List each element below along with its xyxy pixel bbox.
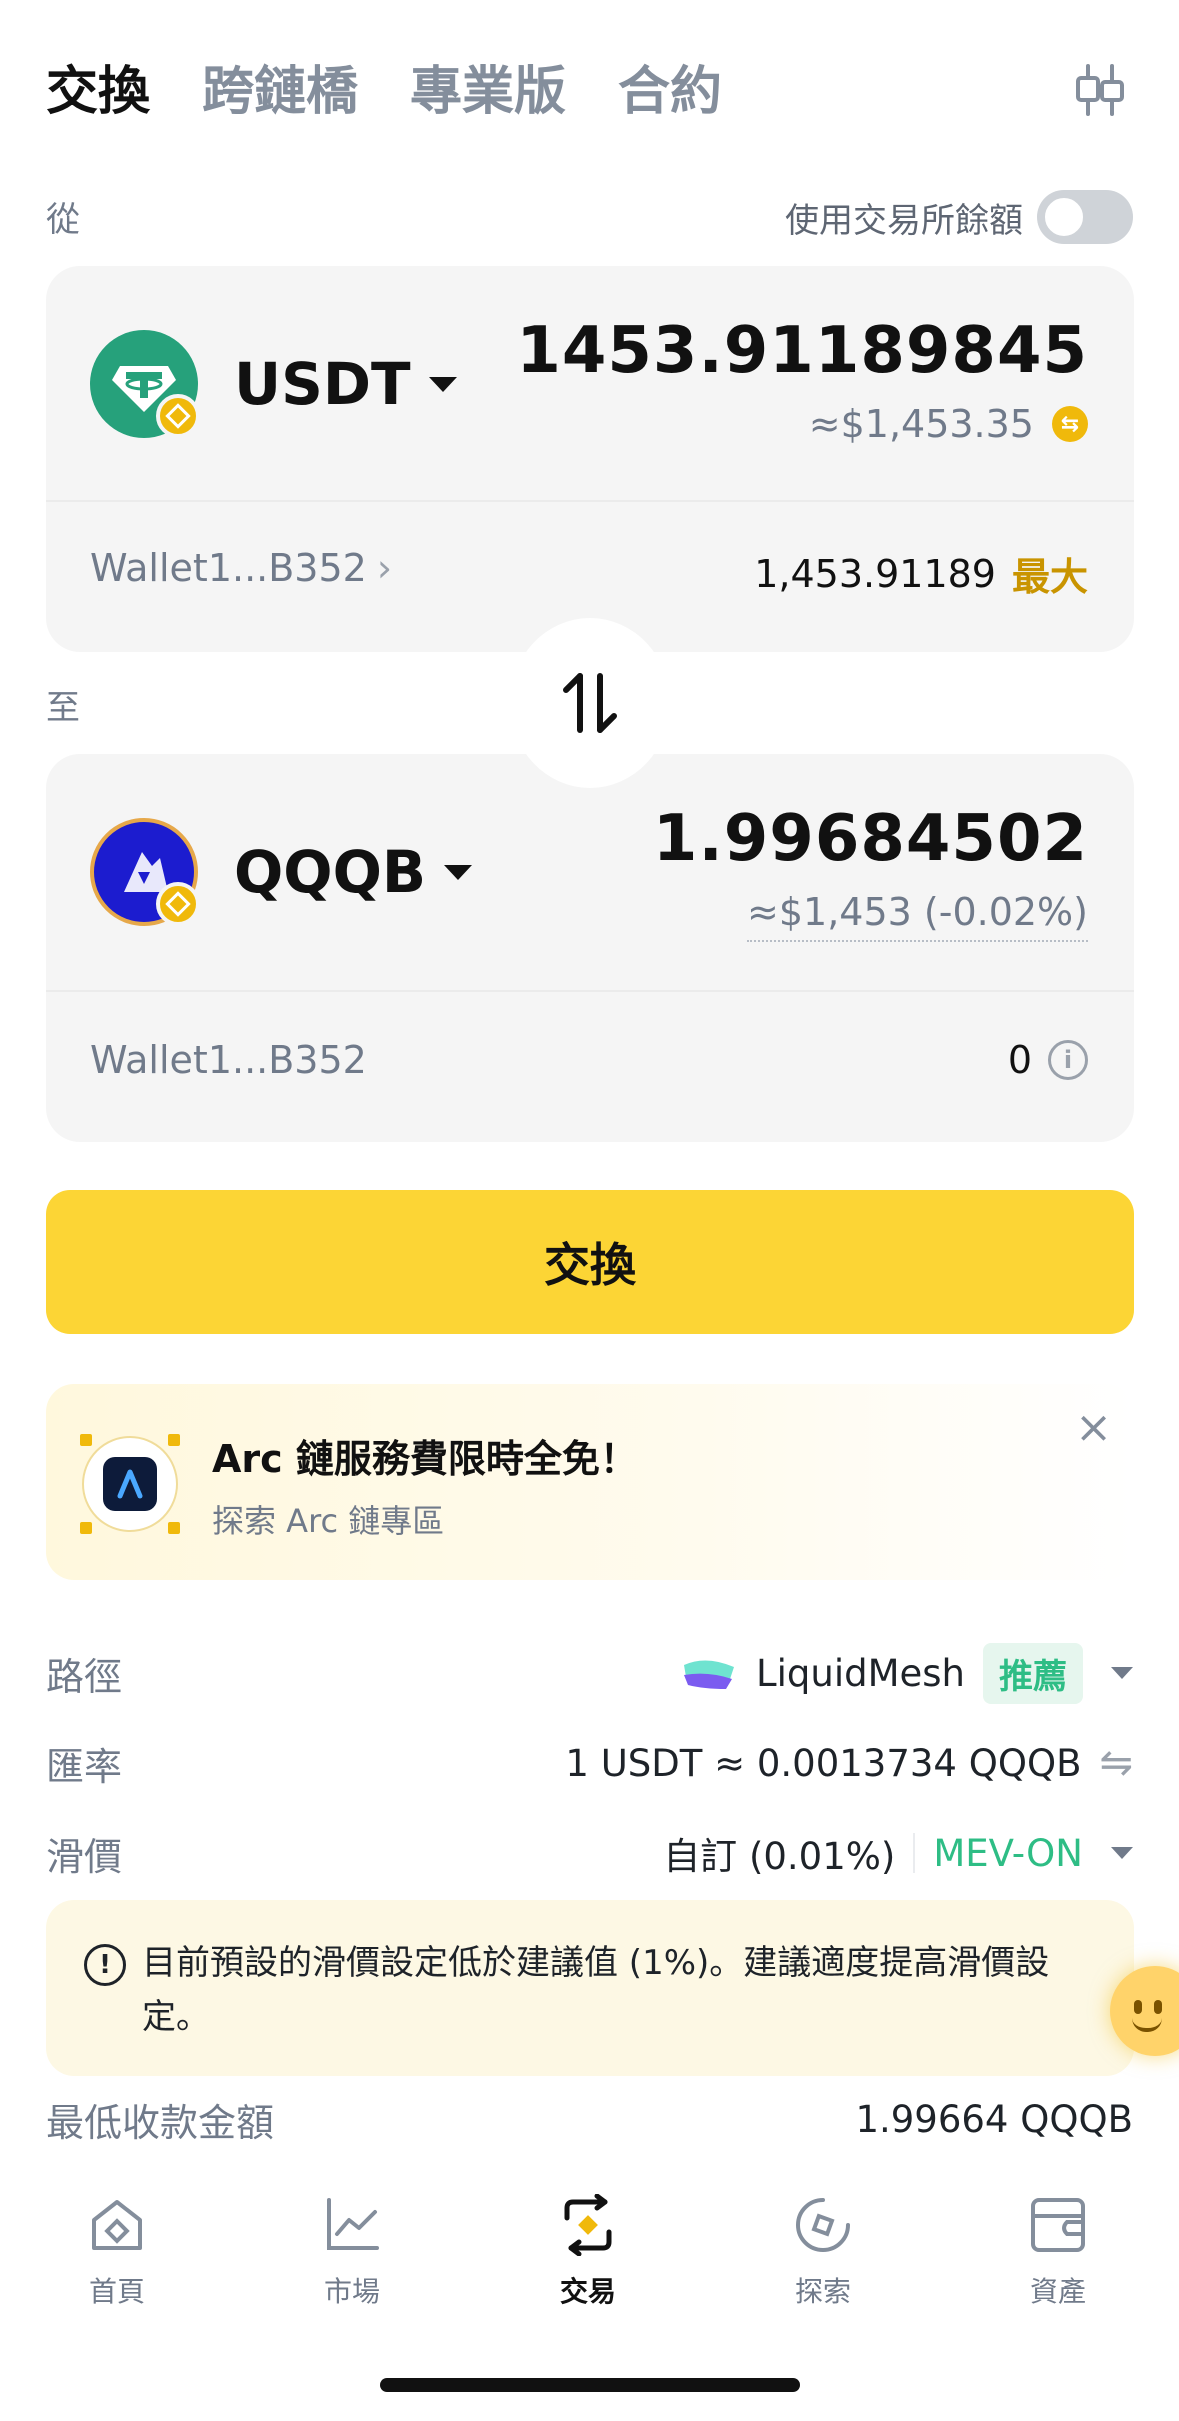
invert-rate-icon[interactable]: ⇋ [1099,1740,1133,1786]
nav-trade-label: 交易 [559,2275,616,2308]
info-icon[interactable]: i [1048,1040,1088,1080]
from-card: USDT 1453.91189845 ≈$1,453.35 ⇆ Wallet1.… [46,266,1134,652]
settings-sliders-icon[interactable] [1074,62,1126,118]
bottom-nav: 首頁 市場 交易 探索 資產 [0,2170,1179,2370]
separator [913,1833,916,1873]
chevron-down-icon [1111,1667,1133,1679]
chevron-right-icon: › [376,546,393,590]
flip-tokens-button[interactable] [510,618,670,788]
divider [46,990,1134,992]
to-token-selector[interactable]: QQQB [234,838,473,906]
swap-button[interactable]: 交換 [46,1190,1134,1334]
slippage-value: 自訂 (0.01%) [663,1835,896,1878]
nav-market[interactable]: 市場 [282,2194,422,2310]
min-received-value: 1.99664 QQQB [855,2097,1133,2141]
mev-status: MEV-ON [933,1831,1083,1875]
to-amount: 1.99684502 [652,802,1088,876]
tab-futures[interactable]: 合約 [618,52,722,132]
to-usd-value-row[interactable]: ≈$1,453 (-0.02%) [747,890,1088,942]
route-value-group: LiquidMesh 推薦 [680,1642,1133,1704]
caret-down-icon [428,376,457,392]
rate-value-group: 1 USDT ≈ 0.0013734 QQQB ⇋ [565,1740,1133,1786]
min-received-row: 最低收款金額 1.99664 QQQB [46,2084,1133,2154]
slippage-warning: ! 目前預設的滑價設定低於建議值 (1%)。建議適度提高滑價設定。 [46,1900,1134,2076]
liquidmesh-logo-icon [680,1653,738,1693]
to-usd-value: ≈$1,453 (-0.02%) [747,890,1088,934]
nav-home[interactable]: 首頁 [47,2194,187,2310]
nav-explore-label: 探索 [794,2275,851,2308]
from-usd-value-row: ≈$1,453.35 ⇆ [809,402,1088,446]
exchange-balance-toggle-row: 使用交易所餘額 [785,190,1133,244]
from-balance: 1,453.91189 [754,551,996,596]
currency-switch-icon[interactable]: ⇆ [1052,406,1088,442]
close-icon[interactable]: × [1075,1402,1112,1453]
exchange-balance-toggle[interactable] [1037,190,1133,244]
from-amount-input[interactable]: 1453.91189845 [516,314,1088,388]
market-chart-icon [327,2198,379,2250]
exclamation-icon: ! [84,1944,126,1986]
bnb-chain-badge-icon [156,394,200,438]
top-tabs: 交換 跨鏈橋 專業版 合約 [46,52,722,132]
slippage-row[interactable]: 滑價 自訂 (0.01%) MEV-ON [46,1818,1133,1888]
wallet-icon [1031,2198,1085,2252]
from-token-symbol: USDT [234,350,411,418]
from-usd-value: ≈$1,453.35 [808,402,1034,446]
route-name: LiquidMesh [755,1651,965,1695]
rate-label: 匯率 [46,1744,123,1789]
to-wallet-name: Wallet1...B352 [90,1038,367,1082]
route-label: 路徑 [46,1654,123,1699]
promo-subtitle[interactable]: 探索 Arc 鏈專區 [212,1496,444,1542]
recommended-badge: 推薦 [983,1642,1083,1704]
max-button[interactable]: 最大 [1012,546,1088,601]
to-card: QQQB 1.99684502 ≈$1,453 (-0.02%) Wallet1… [46,754,1134,1142]
nav-market-label: 市場 [323,2275,380,2308]
explore-icon [796,2198,850,2252]
home-icon [92,2200,142,2250]
nav-trade[interactable]: 交易 [518,2194,658,2310]
min-received-label: 最低收款金額 [46,2100,275,2145]
rate-row: 匯率 1 USDT ≈ 0.0013734 QQQB ⇋ [46,1728,1133,1798]
arc-chain-icon [80,1434,180,1534]
nav-assets[interactable]: 資產 [988,2194,1128,2310]
from-token-selector[interactable]: USDT [234,350,457,418]
to-token-symbol: QQQB [234,838,427,906]
trade-icon [564,2194,612,2256]
chevron-down-icon [1111,1847,1133,1859]
swap-arrows-icon [563,673,617,733]
nav-explore[interactable]: 探索 [753,2194,893,2310]
route-row[interactable]: 路徑 LiquidMesh 推薦 [46,1638,1133,1708]
to-label: 至 [46,688,80,728]
caret-down-icon [444,864,473,880]
from-wallet-selector[interactable]: Wallet1...B352 › [90,546,392,590]
to-wallet[interactable]: Wallet1...B352 [90,1038,367,1082]
from-balance-row: 1,453.91189 最大 [754,546,1088,601]
divider [46,500,1134,502]
tab-swap[interactable]: 交換 [46,52,150,132]
nav-assets-label: 資產 [1029,2275,1086,2308]
tab-bridge[interactable]: 跨鏈橋 [202,52,358,132]
exchange-balance-label: 使用交易所餘額 [785,200,1023,241]
from-label: 從 [46,200,80,240]
slippage-value-group: 自訂 (0.01%) MEV-ON [663,1826,1133,1880]
toggle-knob [1043,196,1085,238]
from-wallet-name: Wallet1...B352 [90,546,367,590]
bnb-chain-badge-icon [156,882,200,926]
rate-value: 1 USDT ≈ 0.0013734 QQQB [565,1741,1082,1785]
to-balance-row: 0 i [1008,1038,1088,1082]
nav-home-label: 首頁 [88,2275,145,2308]
tab-pro[interactable]: 專業版 [410,52,566,132]
promo-title: Arc 鏈服務費限時全免！ [212,1437,638,1481]
slippage-label: 滑價 [46,1834,123,1879]
to-balance: 0 [1007,1038,1032,1082]
promo-banner[interactable]: Arc 鏈服務費限時全免！ 探索 Arc 鏈專區 × [46,1384,1134,1580]
warning-text: 目前預設的滑價設定低於建議值 (1%)。建議適度提高滑價設定。 [142,1943,1050,2037]
home-indicator[interactable] [380,2378,800,2392]
